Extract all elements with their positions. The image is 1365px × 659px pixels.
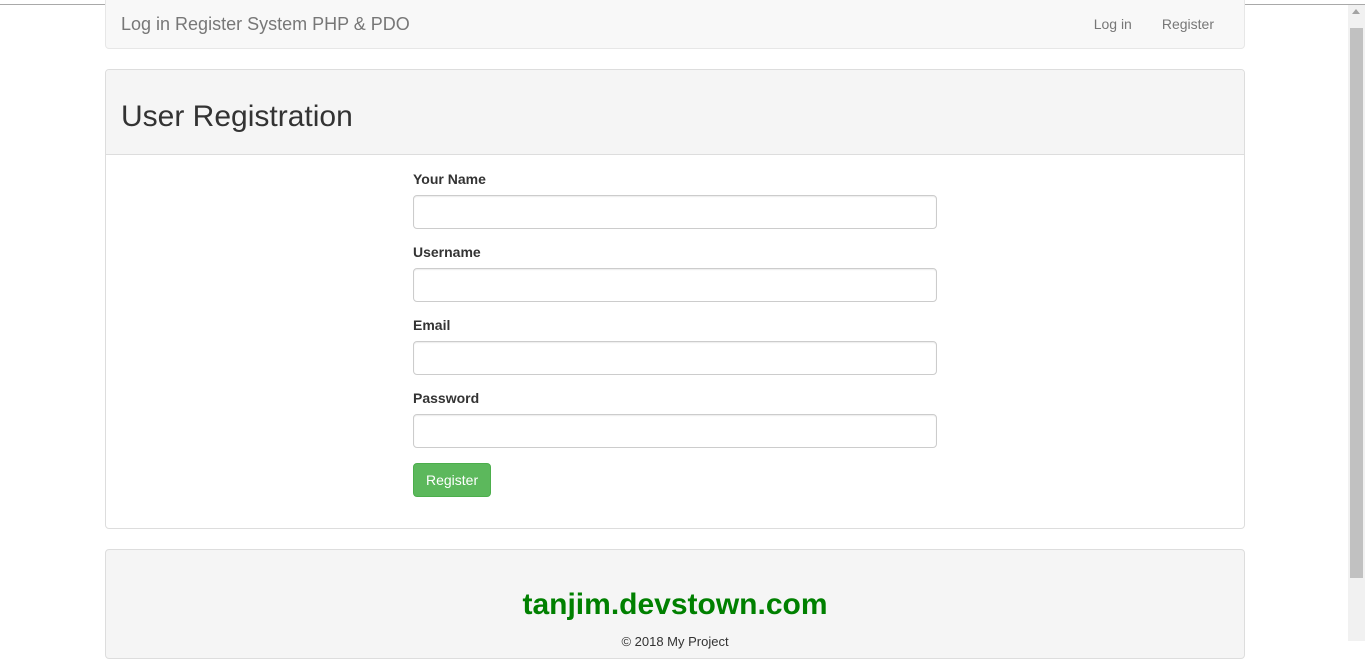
registration-panel: User Registration Your Name Username Ema… — [105, 69, 1245, 529]
nav-link-login[interactable]: Log in — [1079, 16, 1147, 32]
navbar: Log in Register System PHP & PDO Log in … — [105, 0, 1245, 49]
email-label: Email — [413, 317, 451, 333]
form-group-password: Password — [413, 390, 937, 448]
password-input[interactable] — [413, 414, 937, 448]
panel-heading: User Registration — [106, 70, 1244, 155]
register-button[interactable]: Register — [413, 463, 492, 497]
email-input[interactable] — [413, 341, 937, 375]
page-title: User Registration — [121, 100, 353, 133]
footer: tanjim.devstown.com © 2018 My Project — [105, 549, 1245, 659]
navbar-brand[interactable]: Log in Register System PHP & PDO — [121, 14, 410, 34]
username-label: Username — [413, 244, 481, 260]
footer-site-name: tanjim.devstown.com — [522, 588, 828, 621]
scroll-thumb[interactable] — [1350, 28, 1363, 578]
name-input[interactable] — [413, 195, 937, 229]
nav-links: Log in Register — [1079, 16, 1229, 32]
password-label: Password — [413, 390, 480, 406]
form-group-name: Your Name — [413, 171, 937, 229]
vertical-scrollbar[interactable] — [1348, 5, 1365, 641]
registration-form: Your Name Username Email Password Regist… — [413, 171, 937, 497]
form-group-email: Email — [413, 317, 937, 375]
form-group-username: Username — [413, 244, 937, 302]
footer-copyright: © 2018 My Project — [621, 634, 729, 649]
name-label: Your Name — [413, 171, 486, 187]
scroll-up-arrow-icon[interactable] — [1352, 9, 1360, 14]
username-input[interactable] — [413, 268, 937, 302]
nav-link-register[interactable]: Register — [1147, 16, 1229, 32]
